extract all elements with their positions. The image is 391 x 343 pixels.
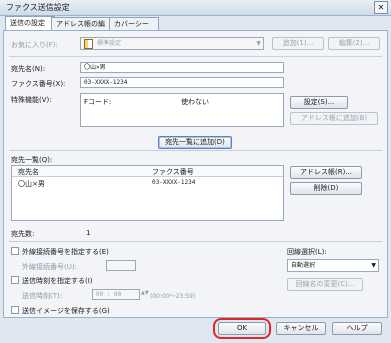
divider xyxy=(9,241,382,242)
dest-count-value: 1 xyxy=(86,229,91,237)
cancel-button[interactable]: キャンセル xyxy=(276,322,326,335)
dest-list[interactable]: 宛先名 ファクス番号 〇山×男 03-XXXX-1234 xyxy=(11,165,284,221)
special-settings-button[interactable]: 設定(S)... xyxy=(290,96,348,109)
chevron-down-icon: ▼ xyxy=(256,40,261,47)
column-header-name[interactable]: 宛先名 xyxy=(18,167,39,177)
tab-cover-sheet[interactable]: カバーシート xyxy=(109,17,159,40)
help-button[interactable]: ヘルプ xyxy=(332,322,382,335)
fax-number-input[interactable]: 03-XXXX-1234 xyxy=(80,77,284,88)
outside-number-input[interactable] xyxy=(106,260,136,271)
send-time-range: (00:00〜23:59) xyxy=(150,293,196,300)
dest-list-header: 宛先名 ファクス番号 xyxy=(12,166,283,177)
send-time-spinner-icon[interactable]: ▲▼ xyxy=(141,290,149,296)
line-select-label: 回線選択(L): xyxy=(287,248,327,256)
divider xyxy=(9,56,382,57)
column-header-fax[interactable]: ファクス番号 xyxy=(152,167,194,177)
add-to-dest-list-button[interactable]: 宛先一覧に追加(D) xyxy=(158,136,232,149)
ok-button[interactable]: OK xyxy=(218,322,266,335)
row-fax: 03-XXXX-1234 xyxy=(152,179,196,186)
special-function-value: 使わない xyxy=(181,98,209,106)
special-function-list[interactable]: Fコード: 使わない xyxy=(80,93,284,127)
divider xyxy=(9,150,382,151)
document-icon xyxy=(84,39,93,49)
tab-send-settings[interactable]: 送信の設定 xyxy=(5,16,55,30)
line-select-value: 自動選択 xyxy=(291,262,316,269)
add-to-addressbook-button[interactable]: アドレス帳に追加(B) xyxy=(290,112,378,125)
fax-number-label: ファクス番号(X): xyxy=(11,80,66,88)
favorites-edit-button[interactable]: 編集(2)... xyxy=(328,37,380,50)
special-function-name: Fコード: xyxy=(84,98,112,106)
favorites-add-button[interactable]: 追加(1)... xyxy=(272,37,324,50)
dest-list-label: 宛先一覧(Q): xyxy=(11,156,53,164)
send-time-field-label: 送信時刻(T): xyxy=(22,292,63,300)
recipient-name-input[interactable]: 〇山×男 xyxy=(80,62,284,73)
recipient-name-label: 宛先名(N): xyxy=(11,65,46,73)
chevron-down-icon: ▼ xyxy=(371,262,376,269)
favorites-value: 標準設定 xyxy=(97,40,122,47)
title-bar: ファクス送信設定 ✕ xyxy=(0,0,391,16)
close-icon[interactable]: ✕ xyxy=(374,1,388,14)
delete-button[interactable]: 削除(D) xyxy=(290,182,362,195)
row-name: 〇山×男 xyxy=(18,180,45,188)
send-time-label: 送信時刻を指定する(I) xyxy=(22,277,93,285)
addressbook-button[interactable]: アドレス帳(R)... xyxy=(290,166,362,179)
dest-count-label: 宛先数: xyxy=(11,230,35,238)
table-row[interactable]: 〇山×男 03-XXXX-1234 xyxy=(12,178,283,188)
window-title: ファクス送信設定 xyxy=(6,3,70,12)
tab-addressbook-edit[interactable]: アドレス帳の編集 xyxy=(51,17,115,40)
save-image-label: 送信イメージを保存する(G) xyxy=(22,307,110,315)
favorites-select[interactable]: 標準設定 ▼ xyxy=(80,37,264,50)
outside-line-label: 外線接続番号を指定する(E) xyxy=(22,248,109,256)
outside-number-label: 外線接続番号(U): xyxy=(22,263,77,271)
outside-line-checkbox[interactable] xyxy=(11,247,19,255)
line-name-change-button[interactable]: 回線名の変更(C)... xyxy=(287,278,363,291)
save-image-checkbox[interactable] xyxy=(11,306,19,314)
line-select-dropdown[interactable]: 自動選択 ▼ xyxy=(287,259,379,272)
favorites-label: お気に入り(F): xyxy=(11,41,58,49)
send-time-checkbox[interactable] xyxy=(11,276,19,284)
send-time-input[interactable]: 00 : 00 xyxy=(92,289,140,300)
special-function-label: 特殊機能(V): xyxy=(11,96,52,104)
